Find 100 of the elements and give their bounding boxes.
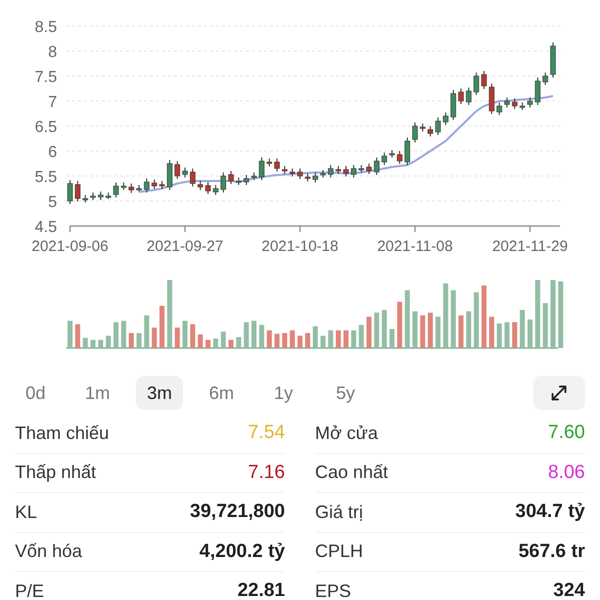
y-axis-label: 6.5 xyxy=(34,119,57,136)
x-axis-label: 2021-09-27 xyxy=(146,238,224,255)
candlestick xyxy=(251,172,257,180)
candlestick xyxy=(389,150,395,158)
candlestick xyxy=(297,168,303,180)
y-axis-label: 8 xyxy=(48,44,57,61)
x-axis-label: 2021-11-29 xyxy=(492,238,568,255)
candlestick xyxy=(144,178,150,193)
candlestick xyxy=(166,160,172,190)
candlestick xyxy=(82,194,88,203)
range-tab[interactable]: 1y xyxy=(260,376,307,410)
candlestick xyxy=(458,88,464,104)
candlestick xyxy=(266,158,272,167)
candlestick xyxy=(374,157,380,176)
y-axis-label: 8.5 xyxy=(34,19,57,36)
candlestick xyxy=(550,42,556,78)
candlestick xyxy=(113,182,119,198)
stat-label: Giá trị xyxy=(315,500,364,524)
candlestick xyxy=(106,192,112,200)
candlestick xyxy=(182,167,188,178)
candlestick xyxy=(205,182,211,194)
candlestick xyxy=(220,172,226,193)
candlestick xyxy=(152,179,158,190)
candlestick xyxy=(274,158,280,172)
stat-value: 324 xyxy=(553,579,585,600)
candlestick xyxy=(290,168,296,177)
stat-value: 567.6 tr xyxy=(518,540,585,564)
candlestick xyxy=(488,83,494,114)
candlestick xyxy=(212,184,218,196)
candlestick xyxy=(244,174,250,186)
candlestick xyxy=(474,72,480,96)
candlestick xyxy=(435,117,441,136)
y-axis-label: 5.5 xyxy=(34,169,57,186)
candlestick xyxy=(258,157,264,180)
candlestick xyxy=(128,183,134,194)
stat-label: Tham chiếu xyxy=(15,422,110,445)
candlestick xyxy=(358,164,364,173)
stat-value: 7.60 xyxy=(548,421,585,445)
candlestick xyxy=(174,160,180,180)
y-axis-label: 6 xyxy=(48,144,57,161)
candlestick xyxy=(481,70,487,90)
candlestick xyxy=(228,170,234,184)
stat-label: Thấp nhất xyxy=(15,461,96,484)
candlestick xyxy=(343,166,349,177)
candlestick xyxy=(159,180,165,190)
candlestick xyxy=(350,164,356,178)
stat-label: Mở cửa xyxy=(315,422,378,445)
candlestick xyxy=(404,137,410,166)
candlestick xyxy=(282,166,288,174)
stat-label: Vốn hóa xyxy=(15,540,82,564)
stat-value: 7.54 xyxy=(248,421,285,445)
candlestick xyxy=(74,180,80,202)
range-tab[interactable]: 3m xyxy=(136,376,183,410)
candlestick xyxy=(527,97,533,108)
candlestick xyxy=(312,172,318,183)
candlestick xyxy=(420,123,426,132)
range-tab[interactable]: 6m xyxy=(198,376,245,410)
x-axis-label: 2021-10-18 xyxy=(262,238,338,255)
y-axis-label: 4.5 xyxy=(34,219,57,236)
candlestick xyxy=(542,72,548,86)
candlestick xyxy=(304,173,310,182)
range-tab[interactable]: 5y xyxy=(322,376,369,410)
stat-value: 8.06 xyxy=(548,460,585,484)
stat-value: 39,721,800 xyxy=(190,500,285,524)
candlestick xyxy=(98,191,104,200)
candlestick xyxy=(366,163,372,174)
candlestick xyxy=(534,77,540,106)
stat-value: 304.7 tỷ xyxy=(515,500,585,524)
candlestick xyxy=(382,152,388,166)
candlestick xyxy=(412,122,418,143)
candlestick xyxy=(67,180,73,204)
expand-button[interactable] xyxy=(533,376,585,410)
candlestick xyxy=(520,102,526,110)
range-tab[interactable]: 1m xyxy=(74,376,121,410)
candlestick xyxy=(428,126,434,137)
y-axis-label: 7 xyxy=(48,94,57,111)
candlestick xyxy=(504,97,510,108)
y-axis-label: 7.5 xyxy=(34,69,57,86)
candlestick xyxy=(236,177,242,186)
stat-label: CPLH xyxy=(315,540,364,564)
stat-label: KL xyxy=(15,500,38,524)
x-axis-label: 2021-11-08 xyxy=(377,238,453,255)
y-axis-label: 5 xyxy=(48,194,57,211)
candlestick xyxy=(442,112,448,126)
stat-value: 4,200.2 tỷ xyxy=(199,540,285,564)
candlestick xyxy=(396,150,402,164)
stat-value: 22.81 xyxy=(237,579,285,600)
stat-value: 7.16 xyxy=(248,460,285,484)
candlestick xyxy=(120,182,126,190)
x-axis-label: 2021-09-06 xyxy=(32,238,108,255)
stat-label: P/E xyxy=(15,580,44,600)
candlestick xyxy=(336,166,342,174)
candlestick xyxy=(136,184,142,192)
candlestick xyxy=(450,90,456,120)
range-tab[interactable]: 0d xyxy=(12,376,59,410)
candlestick xyxy=(198,180,204,190)
candlestick xyxy=(328,164,334,178)
candlestick xyxy=(90,192,96,200)
candlestick xyxy=(496,102,502,116)
candlestick xyxy=(190,168,196,187)
